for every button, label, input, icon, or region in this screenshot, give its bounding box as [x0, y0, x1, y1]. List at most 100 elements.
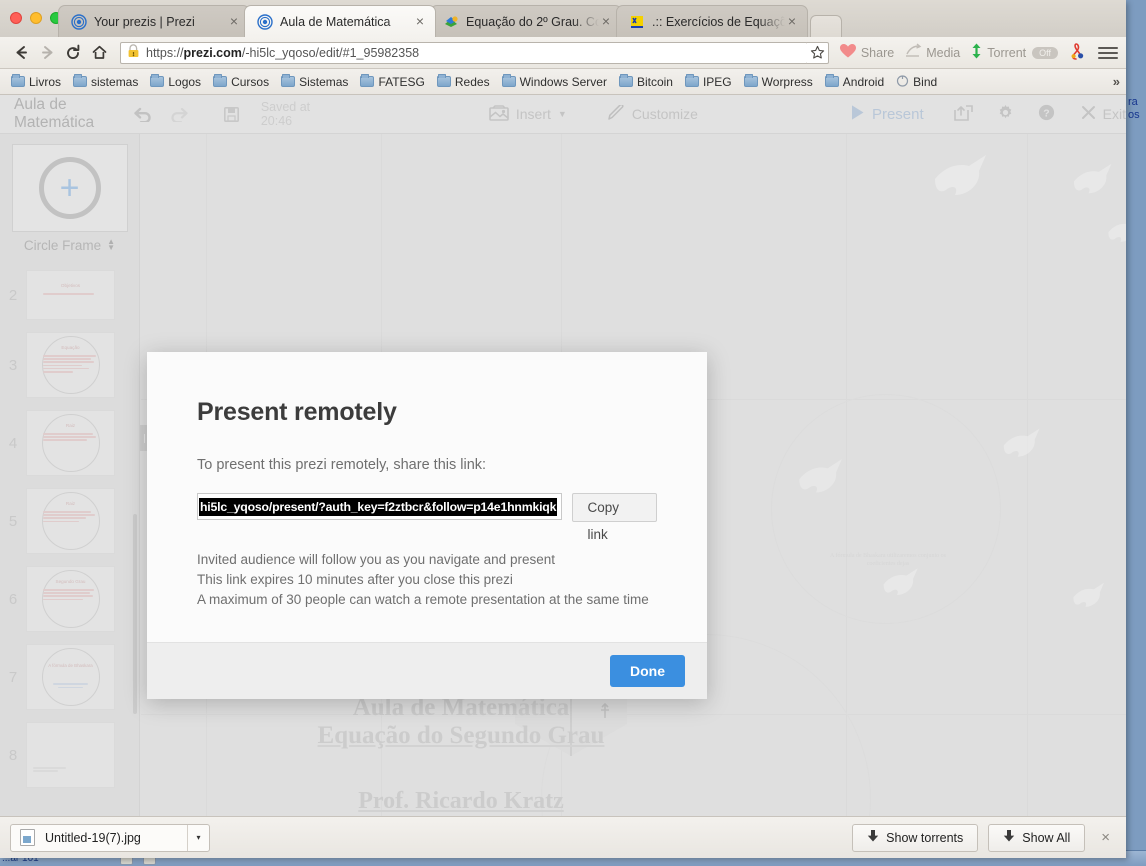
bookmark-label: Bind — [913, 74, 938, 89]
present-remotely-dialog: Present remotely To present this prezi r… — [147, 352, 707, 699]
folder-icon — [743, 74, 758, 87]
torrent-arrows-icon — [970, 43, 983, 62]
folder-icon — [73, 74, 88, 87]
extension-torrent[interactable]: Torrent Off — [970, 43, 1058, 62]
reload-arrow-icon[interactable] — [60, 40, 86, 66]
bookmark-ipeg[interactable]: IPEG — [680, 73, 737, 91]
prezi-editor: Aula de Matemática Saved at 20:46 Insert… — [0, 95, 1126, 854]
tab-title: Aula de Matemática — [280, 14, 391, 29]
background-window-text: ra os — [1128, 96, 1140, 121]
download-bar: Untitled-19(7).jpg ▾ Show torrents Show … — [0, 816, 1126, 858]
bookmark-sistemas[interactable]: sistemas — [68, 73, 143, 91]
file-icon — [20, 829, 35, 846]
new-tab-button[interactable] — [810, 15, 842, 37]
chrome-browser-window: Your prezis | Prezi × Aula de Matemática… — [0, 0, 1126, 858]
bookmark-bind[interactable]: Bind — [891, 72, 942, 92]
minimize-window-button[interactable] — [30, 12, 42, 24]
bookmark-livros[interactable]: Livros — [6, 73, 66, 91]
background-window-edge[interactable] — [1125, 0, 1146, 866]
extension-media[interactable]: Media — [904, 43, 960, 62]
bind-icon — [896, 74, 909, 90]
bookmark-logos[interactable]: Logos — [145, 73, 206, 91]
insecure-lock-icon — [127, 44, 140, 61]
tab-title: Your prezis | Prezi — [94, 14, 195, 29]
extension-label: Torrent — [987, 45, 1027, 60]
media-icon — [904, 43, 922, 62]
bookmark-star-icon[interactable] — [806, 41, 829, 64]
extension-music[interactable] — [1068, 42, 1086, 63]
bookmark-label: Android — [842, 74, 885, 89]
extension-share[interactable]: Share — [839, 43, 894, 62]
music-clef-icon — [1068, 42, 1086, 63]
bookmark-label: Sistemas — [299, 74, 349, 89]
hamburger-menu-icon[interactable] — [1098, 46, 1118, 59]
folder-icon — [684, 74, 699, 87]
browser-toolbar: https://prezi.com/-hi5lc_yqoso/edit/#1_9… — [0, 37, 1126, 69]
done-button[interactable]: Done — [610, 655, 685, 687]
share-link-input[interactable]: hi5lc_yqoso/present/?auth_key=f2ztbcr&fo… — [197, 493, 563, 520]
browser-tab-0[interactable]: Your prezis | Prezi × — [58, 5, 250, 37]
dialog-notes: Invited audience will follow you as you … — [197, 550, 657, 610]
extension-label: Media — [926, 45, 961, 60]
folder-icon — [824, 74, 839, 87]
bookmark-label: Logos — [168, 74, 202, 89]
show-all-button[interactable]: Show All — [988, 823, 1086, 852]
tab-close-icon[interactable]: × — [785, 14, 799, 29]
show-all-label: Show All — [1022, 830, 1071, 845]
bookmark-bitcoin[interactable]: Bitcoin — [614, 73, 678, 91]
brasilescola-icon — [443, 14, 459, 30]
chevron-down-icon[interactable]: ▾ — [187, 824, 209, 851]
copy-link-button[interactable]: Copy link — [572, 493, 657, 542]
bookmark-fatesg[interactable]: FATESG — [355, 73, 429, 91]
close-download-bar-icon[interactable]: × — [1095, 829, 1116, 846]
share-link-value[interactable]: hi5lc_yqoso/present/?auth_key=f2ztbcr&fo… — [199, 497, 558, 516]
bookmark-sistemas-2[interactable]: Sistemas — [276, 73, 353, 91]
forward-arrow-icon[interactable] — [34, 40, 60, 66]
tab-close-icon[interactable]: × — [413, 14, 427, 29]
dialog-body: Present remotely To present this prezi r… — [147, 352, 707, 642]
bookmark-redes[interactable]: Redes — [432, 73, 495, 91]
bookmarks-overflow-icon[interactable]: » — [1113, 74, 1120, 89]
bookmark-android[interactable]: Android — [820, 73, 889, 91]
dialog-note-2: A maximum of 30 people can watch a remot… — [197, 592, 649, 607]
bookmark-label: Bitcoin — [636, 74, 673, 89]
tabs-container: Your prezis | Prezi × Aula de Matemática… — [58, 5, 842, 37]
close-window-button[interactable] — [10, 12, 22, 24]
torrent-toggle-badge[interactable]: Off — [1032, 46, 1058, 59]
download-file-name: Untitled-19(7).jpg — [45, 830, 141, 845]
dialog-note-1: This link expires 10 minutes after you c… — [197, 572, 513, 587]
bookmark-worpress[interactable]: Worpress — [739, 73, 818, 91]
browser-tab-2[interactable]: Equação do 2º Grau. Com × — [430, 5, 622, 37]
prezi-icon — [257, 13, 273, 30]
tab-close-icon[interactable]: × — [227, 14, 241, 29]
extension-label: Share — [860, 45, 895, 60]
show-torrents-button[interactable]: Show torrents — [852, 823, 979, 852]
tab-strip: Your prezis | Prezi × Aula de Matemática… — [0, 0, 1126, 37]
download-item[interactable]: Untitled-19(7).jpg ▾ — [10, 823, 210, 852]
download-arrow-icon — [867, 829, 879, 846]
bookmark-label: Cursos — [231, 74, 270, 89]
folder-icon — [213, 74, 228, 87]
bookmark-cursos[interactable]: Cursos — [208, 73, 274, 91]
browser-tab-1[interactable]: Aula de Matemática × — [244, 5, 436, 37]
bookmark-label: sistemas — [91, 74, 139, 89]
address-bar[interactable]: https://prezi.com/-hi5lc_yqoso/edit/#1_9… — [120, 41, 808, 64]
tab-close-icon[interactable]: × — [599, 14, 613, 29]
folder-icon — [436, 74, 451, 87]
back-arrow-icon[interactable] — [8, 40, 34, 66]
dialog-note-0: Invited audience will follow you as you … — [197, 552, 555, 567]
folder-icon — [11, 74, 25, 87]
home-house-icon[interactable] — [86, 40, 112, 66]
tab-title: .:: Exercícios de Equações — [652, 14, 785, 29]
bookmarks-bar: Livros sistemas Logos Cursos Sistemas FA… — [0, 69, 1126, 95]
browser-tab-3[interactable]: .:: Exercícios de Equações × — [616, 5, 808, 37]
dialog-footer: Done — [147, 642, 707, 699]
bookmark-label: Redes — [454, 74, 490, 89]
dialog-subtitle: To present this prezi remotely, share th… — [197, 457, 487, 473]
exercicios-icon — [629, 14, 645, 30]
modal-overlay: Present remotely To present this prezi r… — [0, 95, 1126, 854]
window-controls — [10, 12, 62, 24]
bookmark-label: Livros — [29, 74, 62, 89]
bookmark-windows-server[interactable]: Windows Server — [497, 73, 612, 91]
tab-title: Equação do 2º Grau. Com — [466, 14, 599, 29]
